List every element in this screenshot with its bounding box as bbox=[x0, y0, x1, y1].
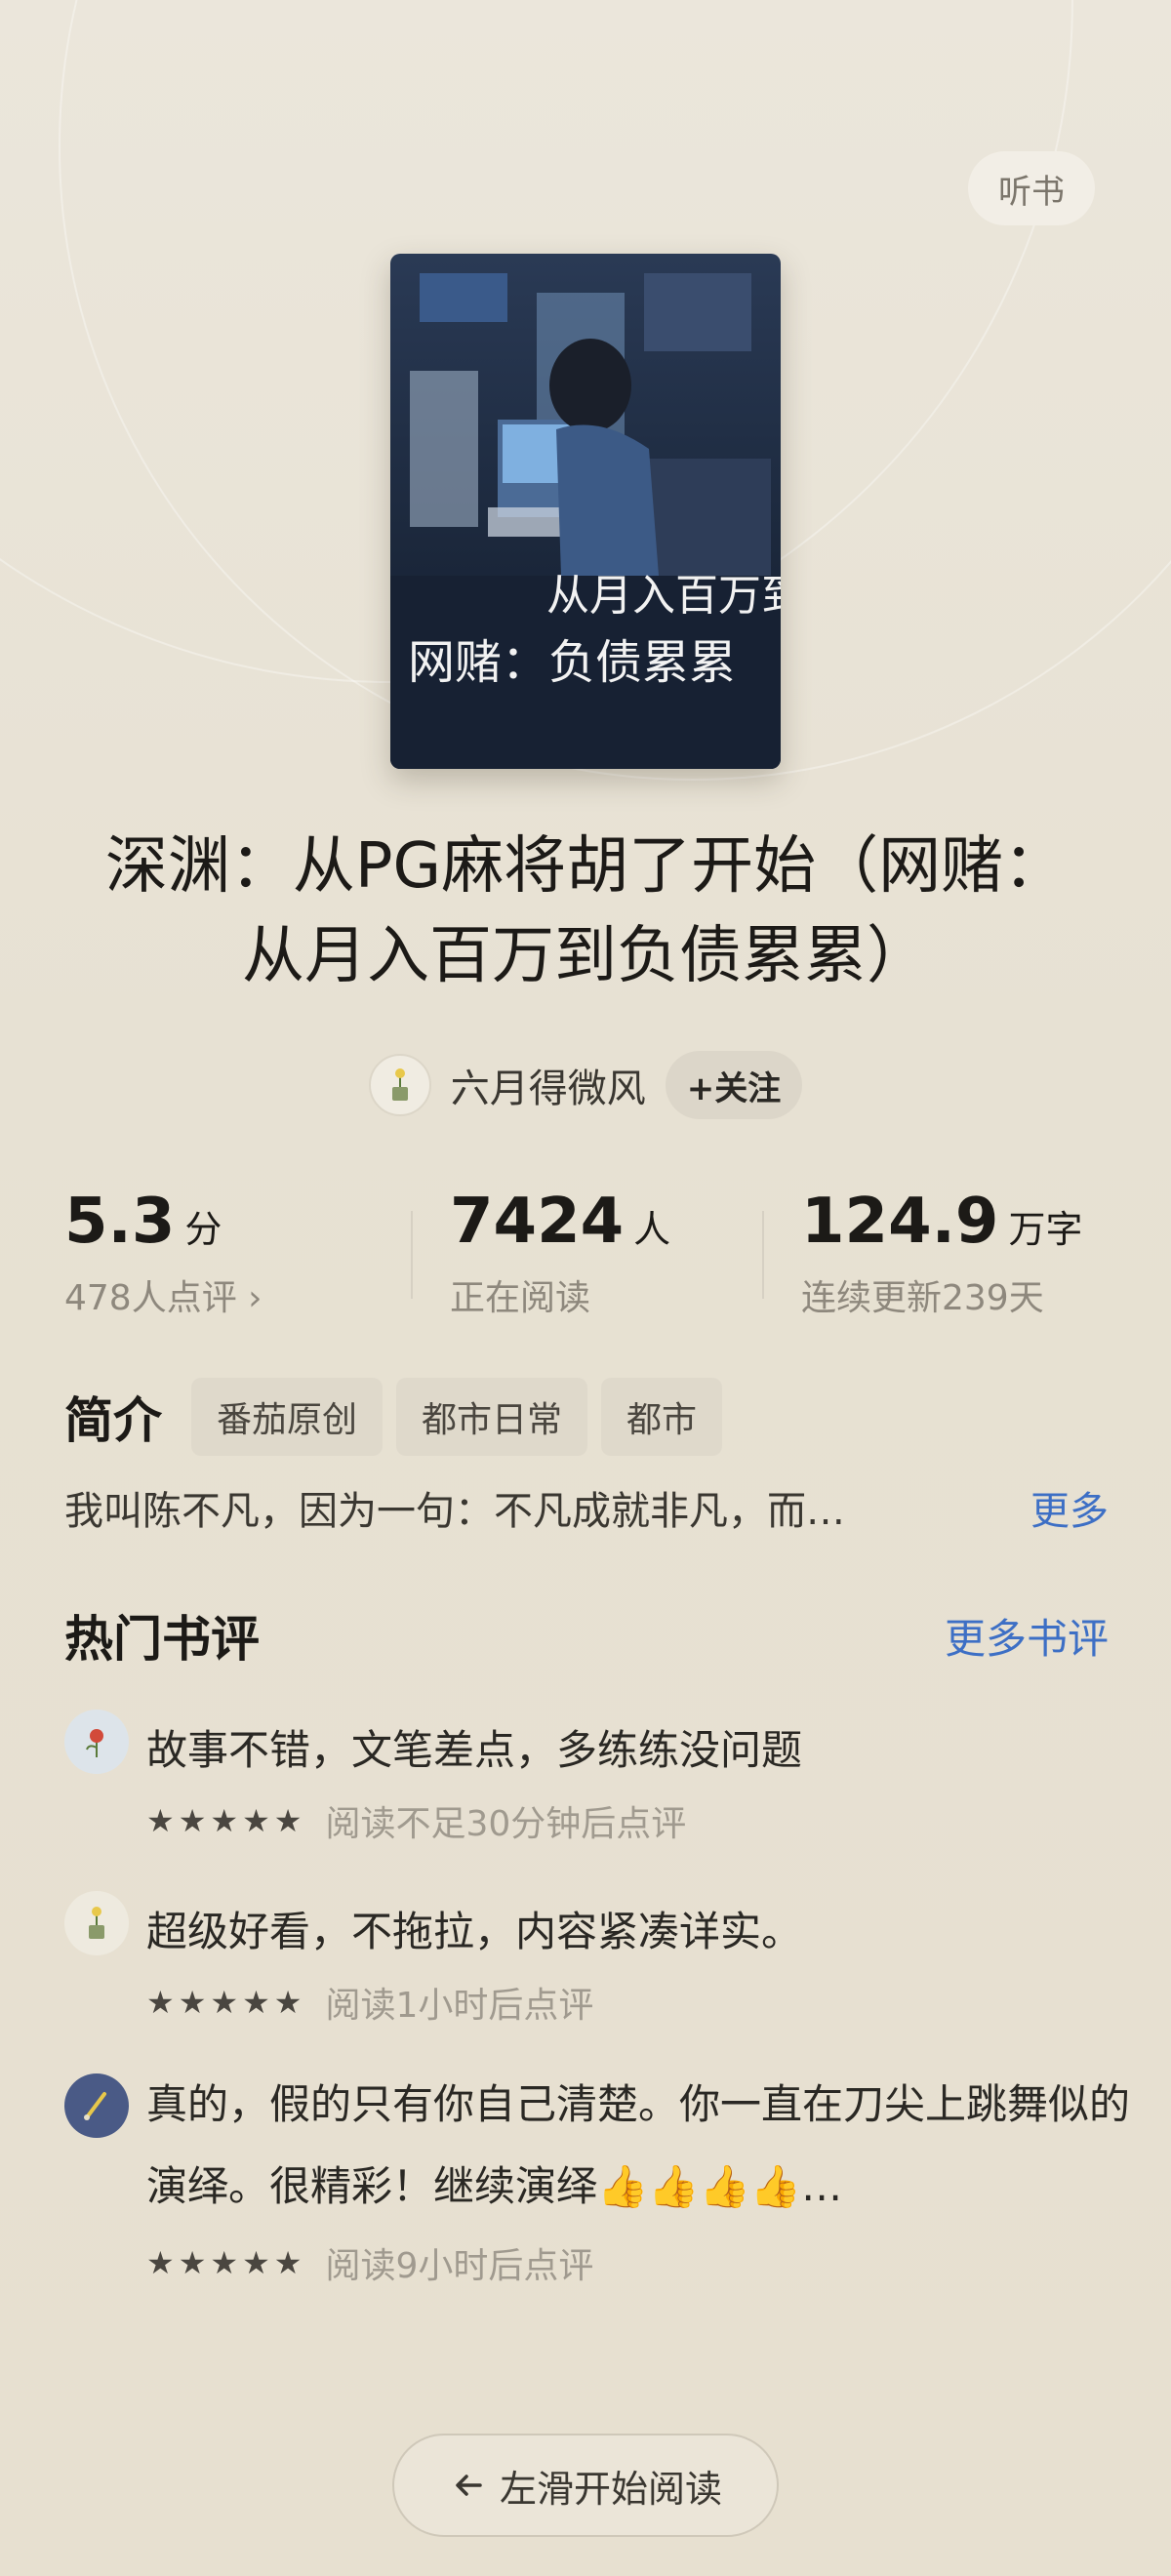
star-icon: ★ bbox=[210, 1984, 239, 2021]
stat-unit: 人 bbox=[633, 1208, 671, 1251]
rating-stars: ★ ★ ★ ★ ★ bbox=[146, 2247, 302, 2278]
author-row: 六月得微风 +关注 bbox=[0, 1049, 1171, 1121]
tag-3[interactable]: 都市 bbox=[601, 1378, 723, 1456]
stat-readers: 7424 人 正在阅读 bbox=[411, 1186, 762, 1332]
pen-icon[interactable] bbox=[64, 2073, 129, 2138]
stat-sub: 正在阅读 bbox=[450, 1278, 591, 1318]
cover-illustration: 从月入百万到 网赌：负债累累 bbox=[390, 254, 781, 769]
review-meta: ★ ★ ★ ★ ★ 阅读不足30分钟后点评 bbox=[146, 1795, 686, 1846]
review-item[interactable]: 故事不错，文笔差点，多练练没问题 ★ ★ ★ ★ ★ 阅读不足30分钟后点评 bbox=[64, 1710, 1109, 1844]
star-icon: ★ bbox=[242, 2244, 270, 2281]
star-icon: ★ bbox=[273, 1984, 303, 2021]
start-reading-label: 左滑开始阅读 bbox=[499, 2467, 722, 2511]
listen-button[interactable]: 听书 bbox=[968, 151, 1095, 225]
intro-label: 简介 bbox=[64, 1392, 162, 1449]
book-cover[interactable]: 从月入百万到 网赌：负债累累 bbox=[390, 254, 781, 769]
review-meta: ★ ★ ★ ★ ★ 阅读1小时后点评 bbox=[146, 1977, 593, 2028]
star-icon: ★ bbox=[242, 1802, 270, 1839]
star-icon: ★ bbox=[210, 1802, 239, 1839]
stat-unit: 分 bbox=[184, 1208, 222, 1251]
stat-value: 5.3 bbox=[64, 1186, 176, 1258]
tag-1[interactable]: 番茄原创 bbox=[191, 1378, 384, 1456]
star-icon: ★ bbox=[178, 1802, 207, 1839]
flower-icon[interactable] bbox=[64, 1710, 129, 1774]
synopsis[interactable]: 我叫陈不凡，因为一句：不凡成就非凡，而… 更多 bbox=[64, 1478, 1109, 1537]
potted-plant-icon[interactable] bbox=[368, 1054, 431, 1116]
stat-value: 124.9 bbox=[801, 1186, 999, 1258]
rating-stars: ★ ★ ★ ★ ★ bbox=[146, 1987, 302, 2018]
book-title: 深渊：从PG麻将胡了开始（网赌：从月入百万到负债累累） bbox=[104, 830, 1067, 992]
stat-rating[interactable]: 5.3 分 478人点评 › bbox=[64, 1186, 411, 1332]
synopsis-text: 我叫陈不凡，因为一句：不凡成就非凡，而… bbox=[64, 1489, 845, 1534]
cover-title-line1: 从月入百万到 bbox=[546, 571, 781, 621]
review-time: 阅读1小时后点评 bbox=[325, 1986, 594, 2026]
star-icon: ★ bbox=[210, 2244, 239, 2281]
stat-value: 7424 bbox=[450, 1186, 625, 1258]
review-item[interactable]: 真的，假的只有你自己清楚。你一直在刀尖上跳舞似的演绎。很精彩！继续演绎👍👍👍👍…… bbox=[64, 2064, 1130, 2286]
rating-stars: ★ ★ ★ ★ ★ bbox=[146, 1805, 302, 1836]
intro-row: 简介 番茄原创 都市日常 都市 bbox=[64, 1378, 723, 1456]
arrow-left-icon bbox=[456, 2475, 482, 2496]
stat-unit: 万字 bbox=[1008, 1208, 1083, 1251]
book-detail-page: 听书 从月入百万到 网赌：负债累累 深渊：从PG麻将胡了开始（网赌：从月入百万到… bbox=[0, 0, 1171, 2576]
star-icon: ★ bbox=[178, 2244, 207, 2281]
review-text: 超级好看，不拖拉，内容紧凑详实。 bbox=[146, 1908, 803, 1955]
author-name[interactable]: 六月得微风 bbox=[451, 1057, 646, 1113]
star-icon: ★ bbox=[178, 1984, 207, 2021]
star-icon: ★ bbox=[146, 2244, 175, 2281]
potted-plant-icon[interactable] bbox=[64, 1891, 129, 1955]
stats-row: 5.3 分 478人点评 › 7424 人 正在阅读 124.9 万字 连续更新239… bbox=[64, 1186, 1109, 1332]
stat-sub: 连续更新239天 bbox=[801, 1278, 1044, 1318]
stat-word-count: 124.9 万字 连续更新239天 bbox=[762, 1186, 1109, 1332]
tag-2[interactable]: 都市日常 bbox=[396, 1378, 588, 1456]
reviews-title: 热门书评 bbox=[64, 1611, 260, 1668]
review-text: 故事不错，文笔差点，多练练没问题 bbox=[146, 1726, 803, 1774]
divider bbox=[411, 1211, 413, 1299]
start-reading-button[interactable]: 左滑开始阅读 bbox=[392, 2434, 779, 2537]
more-reviews-link[interactable]: 更多书评 bbox=[945, 1606, 1109, 1666]
star-icon: ★ bbox=[146, 1984, 175, 2021]
reviews-header: 热门书评 更多书评 bbox=[64, 1600, 1109, 1670]
review-text: 真的，假的只有你自己清楚。你一直在刀尖上跳舞似的演绎。很精彩！继续演绎👍👍👍👍… bbox=[146, 2080, 1131, 2210]
divider bbox=[762, 1211, 764, 1299]
review-time: 阅读不足30分钟后点评 bbox=[325, 1804, 687, 1844]
stat-sub: 478人点评 › bbox=[64, 1278, 262, 1318]
follow-button[interactable]: +关注 bbox=[665, 1051, 803, 1119]
review-time: 阅读9小时后点评 bbox=[325, 2246, 594, 2286]
cover-title-line2: 网赌：负债累累 bbox=[408, 635, 736, 690]
star-icon: ★ bbox=[242, 1984, 270, 2021]
review-item[interactable]: 超级好看，不拖拉，内容紧凑详实。 ★ ★ ★ ★ ★ 阅读1小时后点评 bbox=[64, 1891, 1109, 2026]
review-meta: ★ ★ ★ ★ ★ 阅读9小时后点评 bbox=[146, 2237, 593, 2288]
star-icon: ★ bbox=[273, 2244, 303, 2281]
star-icon: ★ bbox=[273, 1802, 303, 1839]
synopsis-more-link[interactable]: 更多 bbox=[1030, 1479, 1109, 1536]
star-icon: ★ bbox=[146, 1802, 175, 1839]
